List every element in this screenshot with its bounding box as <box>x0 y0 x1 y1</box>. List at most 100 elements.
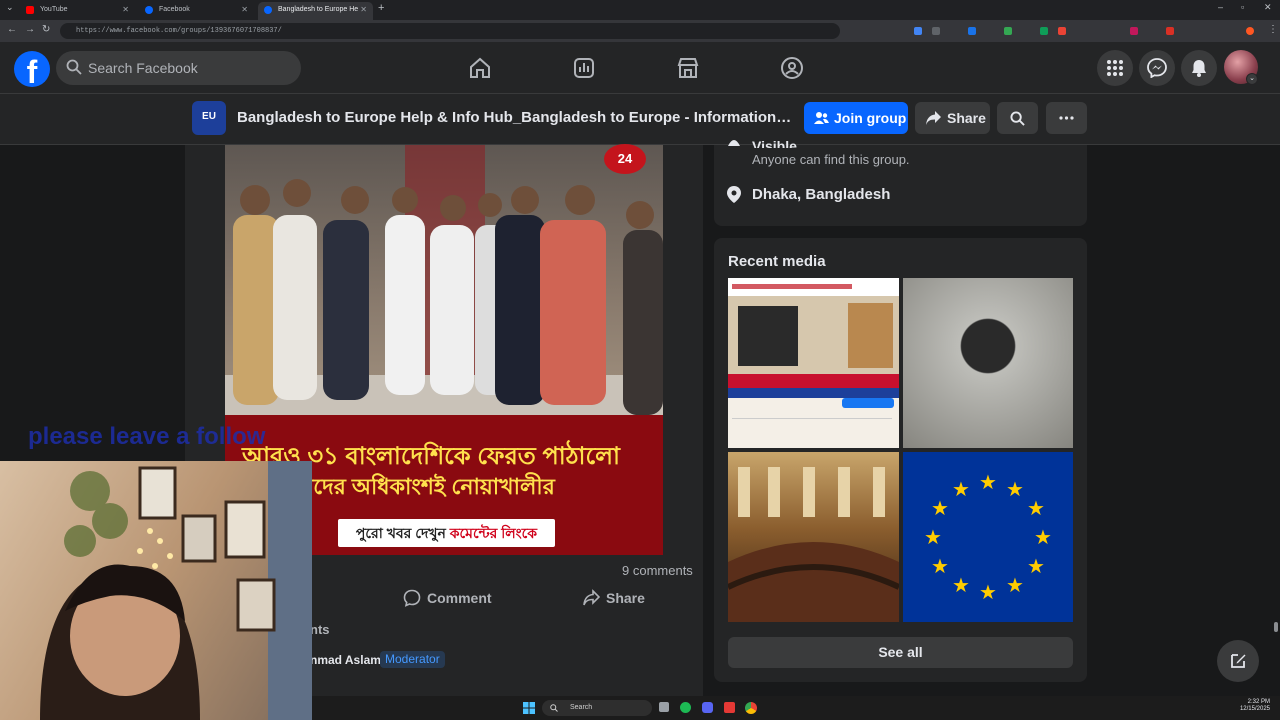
more-options-button[interactable] <box>1046 102 1087 134</box>
spotify-icon[interactable] <box>680 702 691 713</box>
extension-icon[interactable] <box>932 27 940 35</box>
extension-icon[interactable] <box>968 27 976 35</box>
media-thumbnail[interactable] <box>728 452 899 622</box>
taskbar-search-label: Search <box>570 704 593 711</box>
group-thumbnail[interactable]: EU <box>192 101 226 135</box>
extension-icon[interactable] <box>914 27 922 35</box>
maximize-button[interactable]: ▫ <box>1241 2 1244 12</box>
location-pin-icon <box>727 186 741 203</box>
search-box[interactable] <box>56 51 301 85</box>
svg-text:★: ★ <box>952 477 970 501</box>
minimize-button[interactable]: – <box>1218 2 1223 12</box>
svg-text:★: ★ <box>931 496 949 520</box>
see-all-button[interactable]: See all <box>728 637 1073 668</box>
recent-media-title: Recent media <box>728 253 826 270</box>
forward-icon[interactable]: → <box>25 24 35 35</box>
search-icon <box>550 704 558 712</box>
messenger-button[interactable] <box>1139 50 1175 86</box>
svg-text:★: ★ <box>1027 496 1045 520</box>
svg-text:★: ★ <box>1006 573 1024 597</box>
group-bar: EU Bangladesh to Europe Help & Info Hub_… <box>0 94 1280 145</box>
scrollbar-thumb[interactable] <box>1274 622 1278 632</box>
clock-date: 12/15/2025 <box>1239 706 1270 712</box>
tab-youtube[interactable]: YouTube ✕ <box>20 2 135 20</box>
svg-text:★: ★ <box>1006 477 1024 501</box>
group-thumb-text: EU <box>202 111 216 122</box>
comments-section-label[interactable]: nts <box>310 622 330 637</box>
new-tab-button[interactable]: + <box>378 2 384 14</box>
banner-read-more: পুরো খবর দেখুন কমেন্টের লিংকে <box>338 519 555 547</box>
group-search-button[interactable] <box>997 102 1038 134</box>
media-thumbnail[interactable] <box>903 278 1073 448</box>
video-icon[interactable] <box>572 56 596 80</box>
group-title[interactable]: Bangladesh to Europe Help & Info Hub_Ban… <box>237 109 792 126</box>
app-icon[interactable] <box>724 702 735 713</box>
facebook-logo[interactable]: f <box>14 51 50 87</box>
tab-label: Facebook <box>159 6 190 13</box>
compose-button[interactable] <box>1217 640 1259 682</box>
task-view-icon[interactable] <box>659 702 669 712</box>
taskbar-clock[interactable]: 2:32 PM 12/15/2025 <box>1236 699 1270 713</box>
url-text: https://www.facebook.com/groups/13936760… <box>76 27 282 35</box>
parliament-image <box>728 467 899 622</box>
extension-icon[interactable] <box>1004 27 1012 35</box>
search-icon <box>1010 111 1025 126</box>
windows-start-icon[interactable] <box>523 702 535 714</box>
commenter-name[interactable]: nmad Aslam <box>310 653 381 667</box>
tab-group[interactable]: Bangladesh to Europe Help & I ✕ <box>258 2 373 20</box>
eye-icon <box>728 140 740 146</box>
close-icon[interactable]: ✕ <box>360 2 367 18</box>
users-icon <box>814 112 829 124</box>
browser-tab-strip: ⌄ YouTube ✕ Facebook ✕ Bangladesh to Eur… <box>0 0 1280 20</box>
svg-text:★: ★ <box>1034 525 1052 549</box>
webcam-overlay <box>0 461 312 720</box>
facebook-icon <box>264 6 272 14</box>
channel-logo: 24 <box>604 144 646 174</box>
close-icon[interactable]: ✕ <box>241 2 248 18</box>
address-bar[interactable]: https://www.facebook.com/groups/13936760… <box>60 23 840 39</box>
extension-icon[interactable] <box>1058 27 1066 35</box>
post-share-button[interactable]: Share <box>582 588 645 608</box>
back-icon[interactable]: ← <box>7 24 17 35</box>
comment-button[interactable]: Comment <box>403 588 492 608</box>
share-group-label: Share <box>947 110 986 126</box>
tab-search-icon[interactable]: ⌄ <box>6 2 14 13</box>
home-icon[interactable] <box>468 56 492 80</box>
browser-menu-icon[interactable]: ⋮ <box>1268 24 1278 35</box>
menu-grid-button[interactable] <box>1097 50 1133 86</box>
comment-label: Comment <box>427 590 492 606</box>
chevron-down-icon[interactable]: ⌄ <box>1246 73 1258 85</box>
media-thumbnail[interactable] <box>728 278 899 448</box>
taskbar <box>312 696 1280 720</box>
extension-icon[interactable] <box>1130 27 1138 35</box>
profile-icon[interactable] <box>1246 27 1254 35</box>
svg-text:★: ★ <box>924 525 942 549</box>
marketplace-icon[interactable] <box>676 56 700 80</box>
extension-icon[interactable] <box>1166 27 1174 35</box>
notifications-button[interactable] <box>1181 50 1217 86</box>
close-icon[interactable]: ✕ <box>122 2 129 18</box>
extension-icon[interactable] <box>1040 27 1048 35</box>
banner-button-highlight: কমেন্টের লিংকে <box>449 525 538 541</box>
tab-facebook[interactable]: Facebook ✕ <box>139 2 254 20</box>
search-input[interactable] <box>88 51 288 85</box>
comment-count[interactable]: 9 comments <box>622 563 693 578</box>
more-icon <box>1059 116 1074 120</box>
tab-label: Bangladesh to Europe Help & I <box>278 6 358 13</box>
share-arrow-icon <box>926 111 941 125</box>
people-photo <box>225 145 663 415</box>
youtube-icon <box>26 6 34 14</box>
groups-icon[interactable] <box>780 56 804 80</box>
facebook-icon <box>145 6 153 14</box>
visibility-description: Anyone can find this group. <box>752 152 910 167</box>
reload-icon[interactable]: ↻ <box>42 24 50 35</box>
join-group-button[interactable]: Join group <box>804 102 908 134</box>
discord-icon[interactable] <box>702 702 713 713</box>
window-close-button[interactable]: ✕ <box>1264 2 1272 13</box>
share-group-button[interactable]: Share <box>915 102 990 134</box>
media-thumbnail[interactable]: ★ ★ ★ ★ ★ ★ ★ ★ ★ ★ ★ ★ <box>903 452 1073 622</box>
visibility-title: Visible <box>752 138 797 148</box>
chrome-icon[interactable] <box>745 702 757 714</box>
screenshot-thumb-image <box>728 278 899 419</box>
taskbar-search[interactable]: Search <box>542 700 652 716</box>
